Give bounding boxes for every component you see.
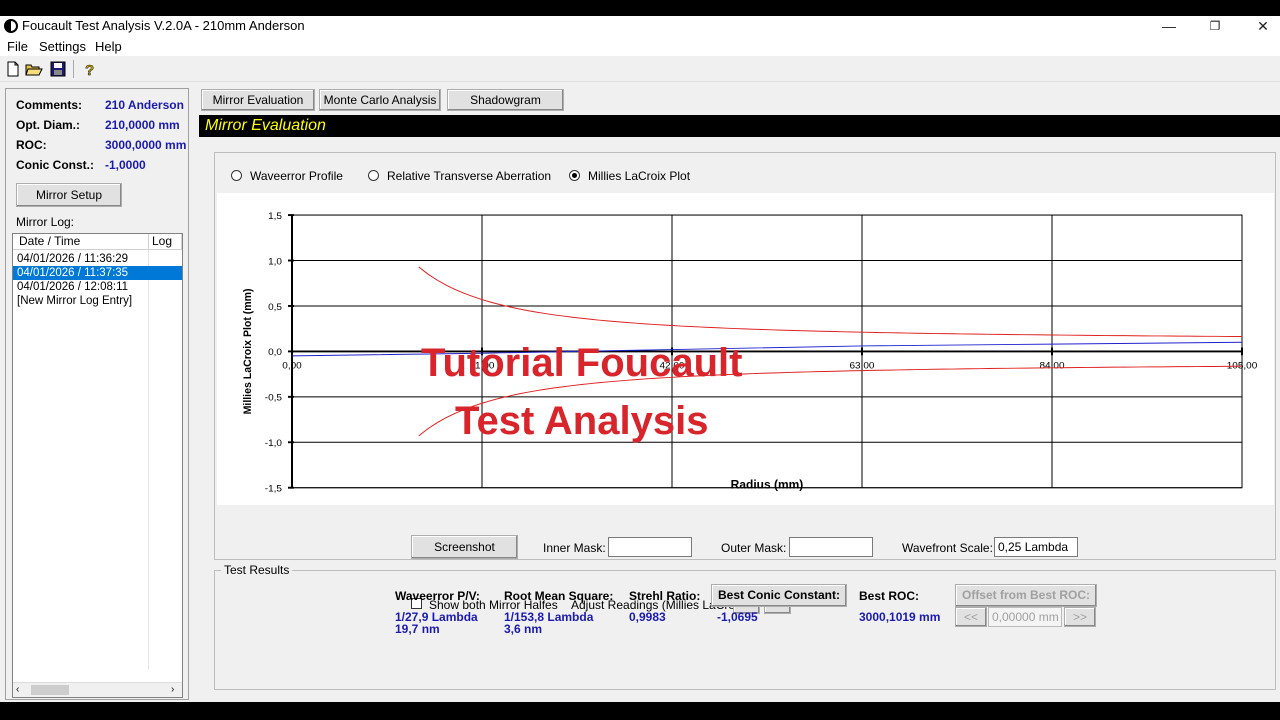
outer-mask-input[interactable] xyxy=(789,537,873,557)
y-tick-label: 0,5 xyxy=(268,302,282,313)
watermark-line-2: Test Analysis xyxy=(455,399,709,443)
column-divider xyxy=(148,250,149,670)
conic-value: -1,0000 xyxy=(105,158,146,172)
help-icon[interactable]: ? xyxy=(80,60,98,80)
log-row[interactable]: [New Mirror Log Entry] xyxy=(13,294,182,308)
mirror-setup-button[interactable]: Mirror Setup xyxy=(16,183,122,207)
watermark-line-1: Tutorial Foucault xyxy=(421,341,743,385)
new-file-icon[interactable] xyxy=(4,60,22,78)
inner-mask-label: Inner Mask: xyxy=(543,541,606,555)
log-row-selected[interactable]: 04/01/2026 / 11:37:35 xyxy=(13,266,182,280)
radio-circle[interactable] xyxy=(368,170,379,181)
diameter-value: 210,0000 mm xyxy=(105,118,180,132)
x-tick-label: 84,00 xyxy=(1039,361,1065,372)
rms-label: Root Mean Square: xyxy=(504,589,614,603)
rms-value-nm: 3,6 nm xyxy=(504,622,543,636)
mirror-info-panel: Comments: 210 Anderson Opt. Diam.: 210,0… xyxy=(5,88,189,700)
radio-transverse-aberration[interactable]: Relative Transverse Aberration xyxy=(368,169,551,183)
chart-area: 0,0021,0042,0063,0084,00105,001,51,00,50… xyxy=(217,193,1274,505)
window-title: Foucault Test Analysis V.2.0A - 210mm An… xyxy=(22,18,305,33)
radio-label: Relative Transverse Aberration xyxy=(387,169,552,183)
best-conic-value: -1,0695 xyxy=(717,610,758,624)
app-icon xyxy=(4,19,18,33)
radio-label: Waveerror Profile xyxy=(250,169,343,183)
best-conic-button[interactable]: Best Conic Constant: xyxy=(711,584,847,607)
application-window: Foucault Test Analysis V.2.0A - 210mm An… xyxy=(0,16,1280,702)
strehl-label: Strehl Ratio: xyxy=(629,589,701,603)
tab-shadowgram[interactable]: Shadowgram xyxy=(447,89,564,111)
column-header-log[interactable]: Log E xyxy=(149,234,182,250)
y-tick-label: 1,5 xyxy=(268,211,282,222)
maximize-button[interactable]: ❐ xyxy=(1192,16,1238,36)
menu-bar: File Settings Help xyxy=(0,36,1280,56)
mirror-log-label: Mirror Log: xyxy=(16,215,75,229)
y-tick-label: -1,0 xyxy=(265,438,283,449)
y-tick-label: -0,5 xyxy=(265,393,283,404)
radio-millies-lacroix[interactable]: Millies LaCroix Plot xyxy=(569,169,690,183)
open-folder-icon[interactable] xyxy=(25,60,43,78)
minimize-button[interactable]: — xyxy=(1146,16,1192,36)
offset-next-button[interactable]: >> xyxy=(1064,607,1096,627)
title-bar: Foucault Test Analysis V.2.0A - 210mm An… xyxy=(0,16,1280,36)
radio-label: Millies LaCroix Plot xyxy=(588,169,691,183)
offset-value-input[interactable]: 0,00000 mm xyxy=(988,607,1062,627)
offset-prev-button[interactable]: << xyxy=(955,607,987,627)
save-disk-icon[interactable] xyxy=(49,60,67,78)
menu-help[interactable]: Help xyxy=(95,39,122,54)
scroll-thumb[interactable] xyxy=(31,685,69,695)
comments-value: 210 Anderson xyxy=(105,98,184,112)
diameter-label: Opt. Diam.: xyxy=(16,118,81,132)
scroll-left-icon[interactable]: ‹ xyxy=(16,684,19,695)
test-results-group: Test Results Waveerror P/V: 1/27,9 Lambd… xyxy=(214,563,1276,690)
horizontal-scrollbar[interactable]: ‹ › xyxy=(13,682,182,697)
x-axis-label: Radius (mm) xyxy=(731,479,804,492)
toolbar: ? xyxy=(0,56,1280,82)
plot-panel: Waveerror Profile Relative Transverse Ab… xyxy=(214,152,1276,560)
test-results-label: Test Results xyxy=(221,563,293,577)
toolbar-separator xyxy=(73,60,74,78)
best-roc-value: 3000,1019 mm xyxy=(859,610,941,624)
radio-circle[interactable] xyxy=(231,170,242,181)
y-tick-label: 0,0 xyxy=(268,347,282,358)
screenshot-button[interactable]: Screenshot xyxy=(411,535,518,559)
menu-file[interactable]: File xyxy=(7,39,28,54)
y-tick-label: 1,0 xyxy=(268,257,282,268)
column-header-date[interactable]: Date / Time xyxy=(13,234,149,250)
y-axis-label: Millies LaCroix Plot (mm) xyxy=(242,288,254,414)
log-row[interactable]: 04/01/2026 / 12:08:11 xyxy=(13,280,182,294)
section-title: Mirror Evaluation xyxy=(199,115,1280,137)
pv-label: Waveerror P/V: xyxy=(395,589,480,603)
tab-monte-carlo[interactable]: Monte Carlo Analysis xyxy=(319,89,441,111)
outer-mask-label: Outer Mask: xyxy=(721,541,787,555)
inner-mask-input[interactable] xyxy=(608,537,692,557)
conic-label: Conic Const.: xyxy=(16,158,94,172)
close-button[interactable]: ✕ xyxy=(1240,16,1280,36)
strehl-value: 0,9983 xyxy=(629,610,666,624)
svg-text:?: ? xyxy=(85,62,94,78)
radio-waveerror-profile[interactable]: Waveerror Profile xyxy=(231,169,343,183)
wavefront-scale-label: Wavefront Scale: xyxy=(902,541,993,555)
best-roc-label: Best ROC: xyxy=(859,589,920,603)
roc-label: ROC: xyxy=(16,138,47,152)
millies-lacroix-chart: 0,0021,0042,0063,0084,00105,001,51,00,50… xyxy=(242,211,1258,495)
tutorial-watermark: Tutorial Foucault Test Analysis xyxy=(421,334,742,450)
offset-best-roc-button[interactable]: Offset from Best ROC: xyxy=(955,584,1097,607)
scroll-right-icon[interactable]: › xyxy=(171,684,174,695)
tolerance-upper-line xyxy=(418,266,1242,337)
radio-circle-selected[interactable] xyxy=(569,170,580,181)
wavefront-scale-input[interactable]: 0,25 Lambda xyxy=(994,537,1078,557)
comments-label: Comments: xyxy=(16,98,83,112)
roc-value: 3000,0000 mm xyxy=(105,138,187,152)
mirror-log-list[interactable]: Date / Time Log E 04/01/2026 / 11:36:29 … xyxy=(12,233,183,698)
tab-mirror-evaluation[interactable]: Mirror Evaluation xyxy=(201,89,315,111)
log-row[interactable]: 04/01/2026 / 11:36:29 xyxy=(13,252,182,266)
y-tick-label: -1,5 xyxy=(265,484,283,495)
pv-value-nm: 19,7 nm xyxy=(395,622,440,636)
menu-settings[interactable]: Settings xyxy=(39,39,86,54)
